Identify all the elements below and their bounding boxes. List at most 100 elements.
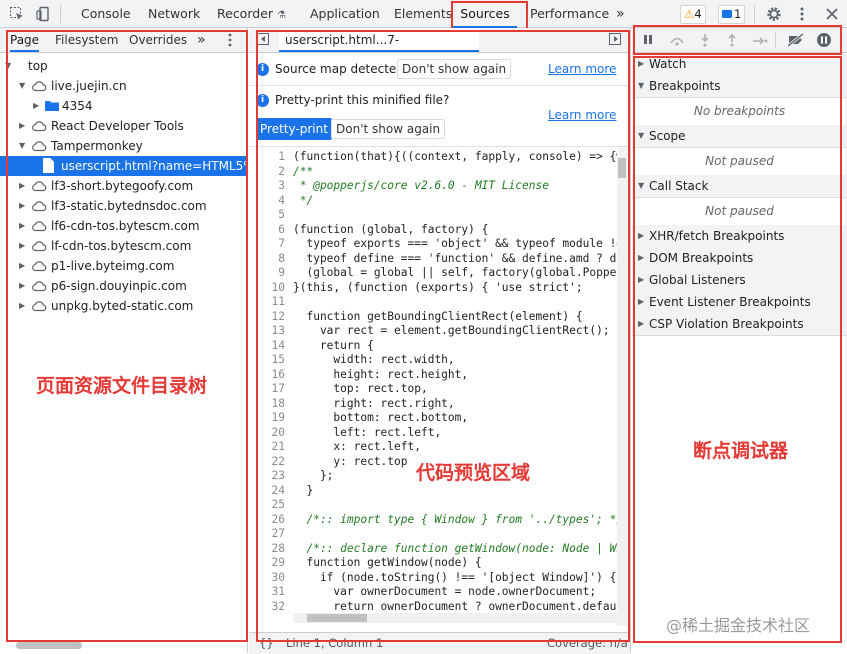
line-number[interactable]: 4 [249, 194, 285, 209]
expanded-arrow-icon[interactable]: ▼ [19, 76, 25, 96]
expanded-arrow-icon[interactable]: ▼ [19, 136, 25, 156]
line-number[interactable]: 7 [249, 237, 285, 252]
tab-network[interactable]: Network [148, 0, 200, 28]
code-editor[interactable]: 1 (function(that){((context, fapply, cons… [249, 146, 619, 638]
line-number[interactable]: 13 [249, 324, 285, 339]
pause-on-exceptions-icon[interactable] [816, 32, 832, 51]
collapsed-arrow-icon[interactable]: ▶ [638, 269, 644, 291]
collapsed-arrow-icon[interactable]: ▶ [19, 116, 25, 136]
expanded-arrow-icon[interactable]: ▼ [5, 56, 11, 76]
tab-performance[interactable]: Performance [530, 0, 609, 28]
section-watch[interactable]: ▶ Watch [632, 53, 847, 76]
tree-item-react-devtools[interactable]: ▶ React Developer Tools [0, 116, 247, 136]
learn-more-link[interactable]: Learn more [548, 108, 616, 122]
line-number[interactable]: 23 [249, 469, 285, 484]
settings-gear-icon[interactable] [764, 4, 784, 24]
expanded-arrow-icon[interactable]: ▼ [638, 75, 644, 97]
vertical-scrollbar[interactable] [617, 148, 627, 626]
tab-overrides[interactable]: Overrides [129, 28, 187, 52]
tree-item-p6-sign[interactable]: ▶ p6-sign.douyinpic.com [0, 276, 247, 296]
collapsed-arrow-icon[interactable]: ▶ [638, 291, 644, 313]
tab-page[interactable]: Page [10, 28, 40, 52]
line-number[interactable]: 20 [249, 426, 285, 441]
tree-item-lf6-cdn[interactable]: ▶ lf6-cdn-tos.bytescm.com [0, 216, 247, 236]
line-number[interactable]: 5 [249, 208, 285, 223]
collapsed-arrow-icon[interactable]: ▶ [19, 236, 25, 256]
more-navigator-tabs-icon[interactable]: » [197, 28, 206, 52]
tab-elements[interactable]: Elements [394, 0, 452, 28]
step-out-icon[interactable] [727, 33, 737, 50]
section-csp-violation-breakpoints[interactable]: ▶ CSP Violation Breakpoints [632, 313, 847, 336]
tree-item-unpkg[interactable]: ▶ unpkg.byted-static.com [0, 296, 247, 316]
line-number[interactable]: 3 [249, 179, 285, 194]
collapsed-arrow-icon[interactable]: ▶ [19, 196, 25, 216]
collapsed-arrow-icon[interactable]: ▶ [33, 96, 39, 116]
section-xhr-fetch-breakpoints[interactable]: ▶ XHR/fetch Breakpoints [632, 225, 847, 248]
deactivate-breakpoints-icon[interactable] [787, 32, 805, 50]
line-number[interactable]: 24 [249, 484, 285, 499]
tree-item-top[interactable]: ▼ top [0, 56, 247, 76]
toggle-navigator-icon[interactable] [257, 33, 269, 48]
inspect-element-icon[interactable] [7, 4, 27, 24]
tree-item-lf3-short[interactable]: ▶ lf3-short.bytegoofy.com [0, 176, 247, 196]
curly-braces-icon[interactable]: {} [259, 633, 274, 653]
line-number[interactable]: 31 [249, 585, 285, 600]
line-number[interactable]: 6 [249, 223, 285, 238]
section-dom-breakpoints[interactable]: ▶ DOM Breakpoints [632, 247, 847, 270]
collapsed-arrow-icon[interactable]: ▶ [638, 53, 644, 75]
section-breakpoints[interactable]: ▼ Breakpoints [632, 75, 847, 98]
step-icon[interactable] [752, 35, 768, 49]
navigator-menu-icon[interactable] [228, 33, 232, 50]
tree-item-4354[interactable]: ▶ 4354 [0, 96, 247, 116]
collapsed-arrow-icon[interactable]: ▶ [638, 313, 644, 335]
line-number[interactable]: 22 [249, 455, 285, 470]
line-number[interactable]: 16 [249, 368, 285, 383]
collapsed-arrow-icon[interactable]: ▶ [19, 276, 25, 296]
line-number[interactable]: 10 [249, 281, 285, 296]
line-number[interactable]: 8 [249, 252, 285, 267]
pause-icon[interactable] [643, 34, 653, 48]
step-into-icon[interactable] [700, 33, 710, 50]
collapsed-arrow-icon[interactable]: ▶ [638, 247, 644, 269]
line-number[interactable]: 29 [249, 556, 285, 571]
expanded-arrow-icon[interactable]: ▼ [638, 175, 644, 197]
horizontal-scrollbar[interactable] [293, 613, 618, 623]
tab-application[interactable]: Application [310, 0, 380, 28]
expanded-arrow-icon[interactable]: ▼ [638, 125, 644, 147]
kebab-menu-icon[interactable] [792, 4, 812, 24]
tree-item-tampermonkey[interactable]: ▼ Tampermonkey [0, 136, 247, 156]
tree-item-p1-live[interactable]: ▶ p1-live.byteimg.com [0, 256, 247, 276]
dont-show-again-button[interactable]: Don't show again [397, 59, 512, 79]
line-number[interactable]: 1 [249, 150, 285, 165]
line-number[interactable]: 32 [249, 600, 285, 615]
line-number[interactable]: 2 [249, 165, 285, 180]
section-event-listener-breakpoints[interactable]: ▶ Event Listener Breakpoints [632, 291, 847, 314]
toggle-debugger-icon[interactable] [609, 33, 621, 48]
line-number[interactable]: 28 [249, 542, 285, 557]
collapsed-arrow-icon[interactable]: ▶ [19, 216, 25, 236]
collapsed-arrow-icon[interactable]: ▶ [638, 225, 644, 247]
warnings-badge[interactable]: ⚠4 [680, 5, 706, 24]
tree-item-lf-cdn[interactable]: ▶ lf-cdn-tos.bytescm.com [0, 236, 247, 256]
dont-show-again-button[interactable]: Don't show again [331, 119, 446, 139]
tab-sources[interactable]: Sources [453, 0, 517, 28]
collapsed-arrow-icon[interactable]: ▶ [19, 296, 25, 316]
collapsed-arrow-icon[interactable]: ▶ [19, 256, 25, 276]
line-number[interactable]: 15 [249, 353, 285, 368]
line-number[interactable]: 14 [249, 339, 285, 354]
line-number[interactable]: 30 [249, 571, 285, 586]
collapsed-arrow-icon[interactable]: ▶ [19, 176, 25, 196]
line-number[interactable]: 25 [249, 498, 285, 513]
close-devtools-icon[interactable] [822, 4, 842, 24]
device-toolbar-icon[interactable] [33, 4, 53, 24]
line-number[interactable]: 17 [249, 382, 285, 397]
scrollbar-thumb[interactable] [307, 614, 367, 622]
section-global-listeners[interactable]: ▶ Global Listeners [632, 269, 847, 292]
pretty-print-button[interactable]: Pretty-print [256, 118, 332, 140]
line-number[interactable]: 11 [249, 295, 285, 310]
line-number[interactable]: 12 [249, 310, 285, 325]
tree-item-userscript[interactable]: userscript.html?name=HTML5%E8% [0, 156, 247, 176]
tree-item-live-juejin[interactable]: ▼ live.juejin.cn [0, 76, 247, 96]
file-tab-userscript[interactable]: userscript.html...7-9a04c65d6e41 ✕ [279, 28, 479, 71]
line-number[interactable]: 26 [249, 513, 285, 528]
